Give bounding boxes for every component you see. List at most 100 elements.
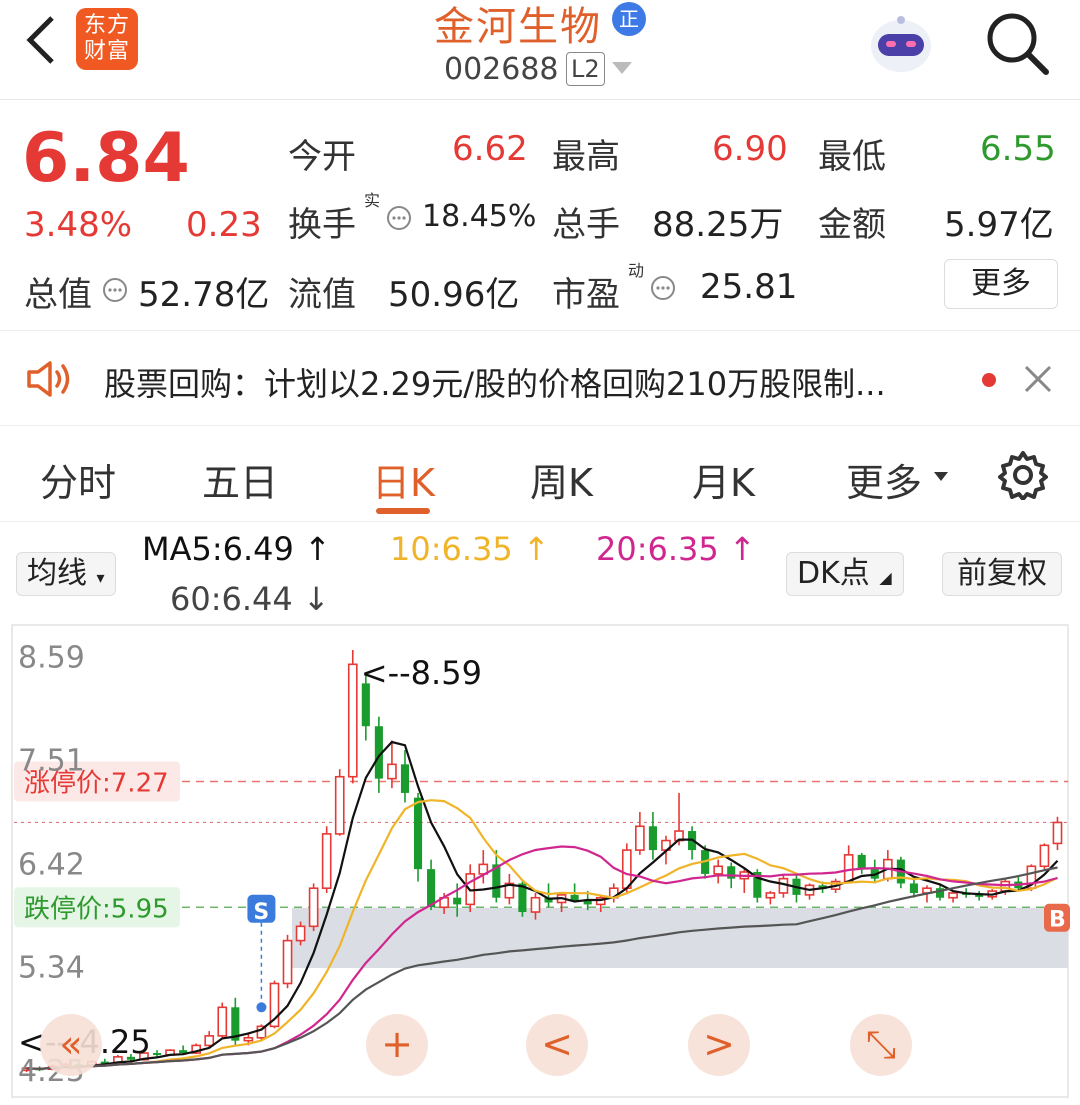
candle-body (621, 849, 632, 890)
buy-signal-label: B (1049, 908, 1066, 933)
kline-chart[interactable]: 涨停价:7.27 跌停价:5.95 8.59 7.51 6.42 5.34 4.25 <--… (0, 622, 1080, 1101)
candle-body (857, 854, 866, 870)
open-value: 6.62 (452, 129, 528, 169)
ma10-value: 10:6.35 ↑ (390, 530, 550, 568)
tab-weekly-k[interactable]: 周K (530, 452, 593, 507)
open-label: 今开 (288, 137, 356, 177)
y-tick-label: 7.51 (18, 744, 85, 779)
stock-code: 002688 (444, 52, 559, 87)
candle-body (843, 854, 854, 883)
settings-gear-icon[interactable] (998, 450, 1048, 500)
robot-avatar-icon[interactable] (866, 10, 936, 80)
candle-body (427, 869, 436, 908)
pe-label: 市盈 (552, 275, 620, 315)
more-button[interactable]: 更多 (944, 259, 1058, 309)
badge-icon: 正 (612, 2, 646, 36)
tab-daily-k[interactable]: 日K (372, 452, 435, 507)
unread-dot (982, 373, 996, 387)
notice-bar[interactable]: 股票回购：计划以2.29元/股的价格回购210万股限制... (0, 330, 1080, 426)
volume-value: 88.25万 (652, 205, 784, 245)
amount-label: 金额 (818, 205, 886, 245)
dk-point-selector[interactable]: DK点 ◢ (786, 552, 904, 596)
app-logo-text: 东方财富 (83, 13, 130, 64)
tab-intraday[interactable]: 分时 (40, 452, 116, 507)
zoom-in-icon[interactable]: + (366, 1014, 428, 1076)
change-percent: 3.48% (24, 205, 133, 245)
back-arrow-icon[interactable] (22, 14, 58, 66)
turnover-label: 换手 (288, 205, 356, 245)
info-icon[interactable] (386, 205, 412, 231)
prev-arrow-icon[interactable]: < (526, 1014, 588, 1076)
top-bar: 东方财富 金河生物 正 002688 L2 (0, 0, 1080, 100)
search-icon[interactable] (984, 10, 1052, 78)
candle-body (948, 892, 958, 899)
candle-body (1052, 821, 1063, 845)
tab-five-day[interactable]: 五日 (202, 452, 278, 507)
low-label: 最低 (818, 137, 886, 177)
candle-body (1039, 844, 1050, 868)
ma5-value: MA5:6.49 ↑ (142, 530, 331, 568)
volume-label: 总手 (552, 205, 620, 245)
active-tab-indicator (376, 508, 430, 514)
candle-body (152, 1053, 162, 1056)
candle-body (453, 897, 462, 905)
ma20-value: 20:6.35 ↑ (596, 530, 756, 568)
limit-down-label: 跌停价:5.95 (24, 894, 169, 924)
adjust-selector[interactable]: 前复权 (942, 552, 1062, 596)
candle-body (530, 896, 541, 913)
quote-panel: 6.84 3.48% 0.23 总值 52.78亿 今开 6.62 最高 6.9… (0, 101, 1080, 329)
chevron-down-icon[interactable] (612, 62, 632, 76)
indicator-selector-label: 均线 (27, 556, 87, 591)
market-cap-value: 52.78亿 (138, 275, 270, 315)
candle-body (648, 826, 657, 851)
ma60-value: 60:6.44 ↓ (170, 580, 330, 618)
candle-body (295, 925, 306, 942)
dk-label: DK点 (797, 556, 870, 591)
speaker-icon (27, 361, 70, 397)
y-tick-label: 8.59 (18, 641, 85, 676)
sell-signal-label: S (253, 900, 269, 925)
info-icon[interactable] (650, 275, 676, 301)
candle-body (765, 892, 776, 899)
caret-down-icon[interactable] (934, 472, 948, 482)
candle-body (217, 1006, 228, 1037)
pe-value: 25.81 (700, 267, 798, 307)
high-value: 6.90 (712, 129, 788, 169)
app-logo: 东方财富 (76, 8, 138, 70)
candle-body (321, 833, 332, 890)
candle-body (413, 797, 423, 870)
amount-value: 5.97亿 (944, 205, 1054, 245)
float-label: 流值 (288, 275, 356, 315)
fullscreen-icon[interactable]: ⤡ (850, 1014, 912, 1076)
candle-body (713, 865, 724, 875)
rewind-icon[interactable]: « (40, 1014, 102, 1076)
tab-monthly-k[interactable]: 月K (692, 452, 755, 507)
info-icon[interactable] (102, 277, 128, 303)
float-value: 50.96亿 (388, 275, 520, 315)
next-arrow-icon[interactable]: > (688, 1014, 750, 1076)
close-icon[interactable] (1024, 365, 1052, 393)
high-label: 最高 (552, 137, 620, 177)
stock-name: 金河生物 (434, 4, 602, 50)
ma-bar: 均线 ▾ MA5:6.49 ↑ 10:6.35 ↑ 20:6.35 ↑ 60:6… (0, 522, 1080, 622)
tab-more[interactable]: 更多 (846, 452, 922, 507)
change-amount: 0.23 (186, 205, 262, 245)
candle-body (347, 663, 358, 778)
pe-sup: 动 (628, 261, 645, 280)
turnover-sup: 实 (364, 191, 381, 210)
notice-text: 股票回购：计划以2.29元/股的价格回购210万股限制... (104, 365, 886, 403)
candle-body (334, 775, 345, 835)
sell-signal-dot (256, 1002, 267, 1013)
candle-body (909, 883, 918, 893)
market-cap-label: 总值 (24, 275, 92, 315)
max-annotation: <--8.59 (361, 654, 482, 692)
current-price: 6.84 (22, 119, 190, 198)
y-tick-label: 5.34 (18, 950, 85, 985)
turnover-value: 18.45% (422, 199, 537, 234)
low-value: 6.55 (980, 129, 1056, 169)
candle-body (308, 887, 319, 928)
candle-body (400, 764, 410, 793)
indicator-selector[interactable]: 均线 ▾ (16, 552, 116, 596)
level-badge: L2 (566, 52, 605, 86)
candle-body (635, 825, 645, 851)
